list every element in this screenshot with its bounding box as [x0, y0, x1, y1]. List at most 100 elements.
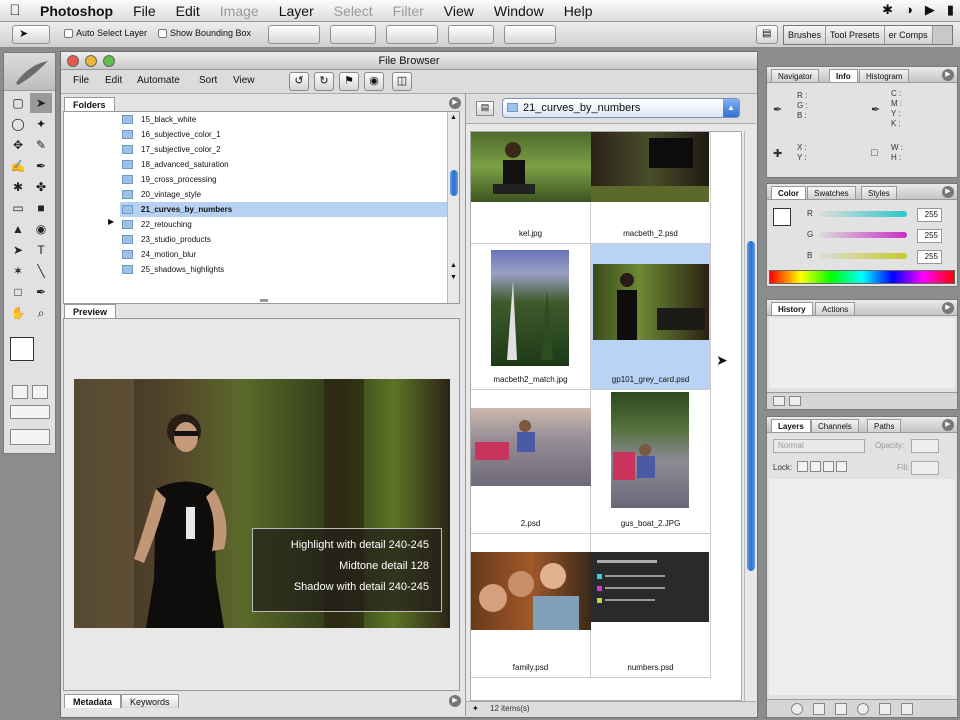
battery-icon[interactable]: ▮	[947, 2, 954, 18]
tab-channels[interactable]: Channels	[811, 419, 859, 432]
tab-history[interactable]: History	[771, 302, 813, 315]
folder-row[interactable]: 18_advanced_saturation	[120, 157, 448, 172]
scroll-down-icon[interactable]: ▼	[450, 274, 457, 281]
folder-row[interactable]: 20_vintage_style	[120, 187, 448, 202]
palette-menu-arrow-icon[interactable]: ▶	[942, 69, 954, 81]
new-layer-button[interactable]	[879, 703, 891, 715]
folder-row[interactable]: 23_studio_products	[120, 232, 448, 247]
tab-keywords[interactable]: Keywords	[121, 694, 179, 708]
jump-to-imageready-button[interactable]	[10, 429, 50, 445]
palette-menu-arrow-icon[interactable]: ▶	[942, 302, 954, 314]
thumbnail-gus-boat-2[interactable]: gus_boat_2.JPG	[591, 390, 711, 534]
distribute-buttons-group-2[interactable]	[448, 25, 494, 44]
color-channel-value[interactable]: 255	[917, 208, 942, 222]
menu-view[interactable]: View	[434, 3, 484, 19]
menu-edit[interactable]: Edit	[166, 3, 210, 19]
folders-menu-arrow-icon[interactable]: ▶	[449, 97, 461, 109]
close-window-icon[interactable]	[67, 55, 79, 67]
move-tool-preset-button[interactable]: ➤	[12, 25, 50, 44]
fb-menu-edit[interactable]: Edit	[105, 75, 122, 86]
disclosure-triangle-icon[interactable]: ▶	[108, 217, 114, 226]
bluetooth-icon[interactable]: ✱	[882, 2, 893, 18]
distribute-buttons-group-3[interactable]	[504, 25, 556, 44]
history-snapshot-button[interactable]	[773, 396, 785, 406]
fb-menu-automate[interactable]: Automate	[137, 75, 180, 86]
history-brush-tool-icon[interactable]: ✤	[30, 177, 52, 197]
palette-menu-arrow-icon[interactable]: ▶	[942, 186, 954, 198]
menu-layer[interactable]: Layer	[269, 3, 324, 19]
file-browser-titlebar[interactable]: File Browser	[61, 52, 757, 70]
folder-row[interactable]: 24_motion_blur	[120, 247, 448, 262]
minimize-window-icon[interactable]	[85, 55, 97, 67]
folder-path-dropdown[interactable]: 21_curves_by_numbers ▲	[502, 98, 740, 118]
photoshop-feather-logo[interactable]	[4, 53, 55, 91]
eraser-tool-icon[interactable]: ▭	[7, 198, 29, 218]
healing-brush-tool-icon[interactable]: ✍	[7, 156, 29, 176]
search-button[interactable]: ◉	[364, 72, 384, 91]
color-foreground-swatch[interactable]	[773, 208, 791, 226]
color-channel-value[interactable]: 255	[917, 229, 942, 243]
color-channel-slider[interactable]	[819, 232, 907, 238]
thumbnail-macbeth-2[interactable]: macbeth_2.psd	[591, 132, 711, 244]
opacity-field[interactable]	[911, 439, 939, 453]
slice-tool-icon[interactable]: ✎	[30, 135, 52, 155]
blur-tool-icon[interactable]: ▲	[7, 219, 29, 239]
gradient-tool-icon[interactable]: ■	[30, 198, 52, 218]
menu-help[interactable]: Help	[554, 3, 603, 19]
thumbnail-family[interactable]: family.psd	[471, 534, 591, 678]
panel-resize-grip[interactable]	[260, 299, 268, 302]
up-folder-icon[interactable]: ▤	[476, 101, 494, 116]
standard-mode-button[interactable]	[12, 385, 28, 399]
distribute-buttons-group-1[interactable]	[386, 25, 438, 44]
scroll-up-icon[interactable]: ▲	[450, 114, 457, 121]
lock-position-button[interactable]	[823, 461, 834, 472]
delete-button[interactable]: ◫	[392, 72, 412, 91]
auto-select-layer-checkbox[interactable]: Auto Select Layer	[64, 28, 147, 38]
thumbnails-scrollbar[interactable]	[744, 131, 756, 701]
align-buttons-group-2[interactable]	[330, 25, 376, 44]
metadata-menu-arrow-icon[interactable]: ▶	[449, 695, 461, 707]
tab-preview[interactable]: Preview	[64, 304, 117, 318]
crop-tool-icon[interactable]: ✥	[7, 135, 29, 155]
folder-row[interactable]: 17_subjective_color_2	[120, 142, 448, 157]
lasso-tool-icon[interactable]: ◯	[7, 114, 29, 134]
file-browser-button[interactable]: ▤	[756, 25, 778, 44]
thumbnail-gp101-grey-card[interactable]: gp101_grey_card.psd	[591, 244, 711, 390]
blend-mode-select[interactable]: Normal	[773, 439, 865, 453]
zoom-tool-icon[interactable]: ⌕	[30, 303, 52, 323]
palette-well-tab-tool-presets[interactable]: Tool Presets	[826, 26, 885, 44]
lock-all-button[interactable]	[836, 461, 847, 472]
path-selection-tool-icon[interactable]: ➤	[7, 240, 29, 260]
menu-window[interactable]: Window	[484, 3, 554, 19]
folder-row[interactable]: 16_subjective_color_1	[120, 127, 448, 142]
screen-mode-buttons[interactable]	[10, 405, 50, 419]
tab-styles[interactable]: Styles	[861, 186, 897, 199]
tab-info[interactable]: Info	[829, 69, 858, 82]
new-set-button[interactable]	[835, 703, 847, 715]
wifi-icon[interactable]: ◑	[905, 2, 913, 18]
fb-menu-view[interactable]: View	[233, 75, 255, 86]
menu-file[interactable]: File	[123, 3, 166, 19]
delete-layer-button[interactable]	[901, 703, 913, 715]
tab-paths[interactable]: Paths	[867, 419, 902, 432]
view-options-icon[interactable]: ✦	[472, 704, 479, 713]
folder-row[interactable]: 21_curves_by_numbers	[120, 202, 448, 217]
tab-folders[interactable]: Folders	[64, 97, 115, 111]
layer-style-button[interactable]	[791, 703, 803, 715]
layer-mask-button[interactable]	[813, 703, 825, 715]
dodge-tool-icon[interactable]: ◉	[30, 219, 52, 239]
adjustment-layer-button[interactable]	[857, 703, 869, 715]
lock-image-button[interactable]	[810, 461, 821, 472]
rotate-left-button[interactable]: ↺	[289, 72, 309, 91]
lock-transparency-button[interactable]	[797, 461, 808, 472]
eyedropper-tool-icon[interactable]: ✒	[30, 282, 52, 302]
align-buttons-group-1[interactable]	[268, 25, 320, 44]
magic-wand-tool-icon[interactable]: ✦	[30, 114, 52, 134]
color-channel-slider[interactable]	[819, 211, 907, 217]
move-tool-icon[interactable]: ➤	[30, 93, 52, 113]
folder-row[interactable]: 22_retouching	[120, 217, 448, 232]
folders-scrollbar[interactable]: ▲ ▲ ▼	[447, 112, 459, 303]
menu-photoshop[interactable]: Photoshop	[30, 3, 123, 19]
color-channel-slider[interactable]	[819, 253, 907, 259]
quick-mask-button[interactable]	[32, 385, 48, 399]
